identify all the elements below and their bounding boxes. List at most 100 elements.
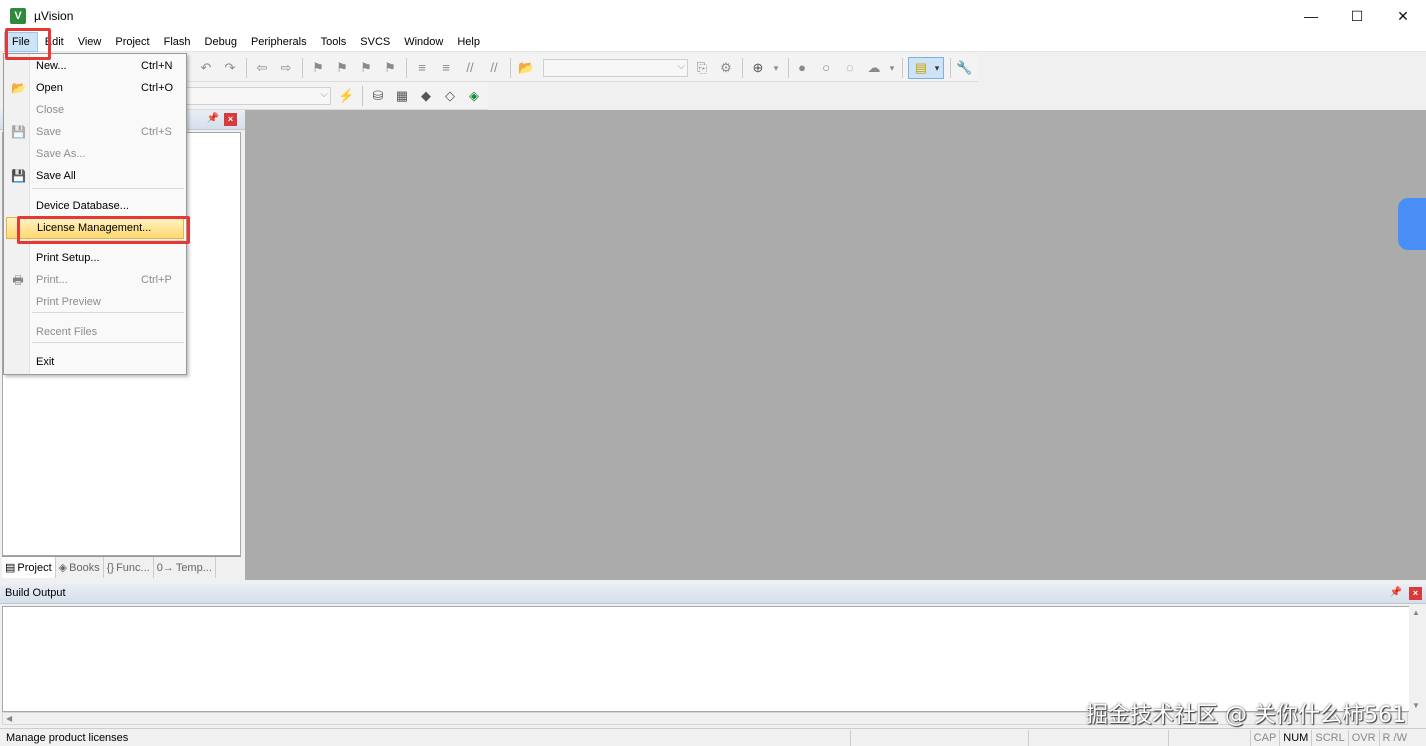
kill-breakpoints-icon[interactable]: ☁ bbox=[866, 60, 882, 76]
menu-debug[interactable]: Debug bbox=[198, 32, 244, 52]
vertical-scrollbar[interactable]: ▲ ▼ bbox=[1409, 606, 1422, 712]
file-menu-item-close[interactable]: Close bbox=[6, 99, 184, 121]
project-tab-icon: ▤ bbox=[5, 562, 16, 574]
menu-peripherals[interactable]: Peripherals bbox=[244, 32, 314, 52]
file-menu-item-shortcut: Ctrl+N bbox=[141, 60, 173, 72]
tab-project[interactable]: ▤ Project bbox=[2, 557, 56, 578]
close-window-button[interactable]: ✕ bbox=[1380, 0, 1426, 32]
tab-temp[interactable]: 0→ Temp... bbox=[154, 557, 216, 578]
file-menu-item-label: Print Preview bbox=[36, 296, 101, 308]
redo-icon[interactable]: ↷ bbox=[222, 60, 238, 76]
pin-icon[interactable]: 📌 bbox=[207, 113, 219, 124]
status-bar: Manage product licenses CAP NUM SCRL OVR R /… bbox=[0, 728, 1426, 746]
scroll-left-icon[interactable]: ◀ bbox=[6, 714, 12, 723]
file-menu-item-label: Save bbox=[36, 126, 62, 138]
maximize-button[interactable]: ☐ bbox=[1334, 0, 1380, 32]
pin-icon[interactable]: 📌 bbox=[1390, 587, 1402, 598]
debug-session-icon[interactable]: ⊕ bbox=[750, 60, 766, 76]
target-options-icon[interactable]: ⚡ bbox=[338, 88, 354, 104]
editor-area[interactable] bbox=[245, 110, 1426, 580]
tab-books[interactable]: ◈ Books bbox=[56, 557, 104, 578]
file-menu-item-label: Save As... bbox=[36, 148, 86, 160]
tab-label: Project bbox=[17, 561, 52, 574]
unindent-icon[interactable]: ≡ bbox=[438, 60, 454, 76]
menu-window[interactable]: Window bbox=[397, 32, 450, 52]
menu-bar: File Edit View Project Flash Debug Peripherals… bbox=[0, 31, 1426, 52]
find-in-files-icon[interactable]: 📂 bbox=[518, 60, 534, 76]
templates-tab-icon: 0→ bbox=[156, 561, 174, 574]
file-menu-item-device-database[interactable]: Device Database... bbox=[6, 195, 184, 217]
prev-bookmark-icon[interactable]: ⚑ bbox=[334, 60, 350, 76]
run-time-environment-icon[interactable]: ◈ bbox=[466, 88, 482, 104]
file-menu-item-exit[interactable]: Exit bbox=[6, 351, 184, 373]
watermark-text: 掘金技术社区 @ 关你什么柿561 bbox=[1086, 703, 1406, 728]
close-icon[interactable]: × bbox=[224, 113, 237, 126]
menu-view[interactable]: View bbox=[71, 32, 109, 52]
file-menu-item-save-all[interactable]: 💾 Save All bbox=[6, 165, 184, 187]
indent-icon[interactable]: ≡ bbox=[414, 60, 430, 76]
file-menu-item-label: Print... bbox=[36, 274, 68, 286]
find-icon[interactable]: ⎘ bbox=[694, 60, 710, 76]
file-menu-dropdown: New... Ctrl+N 📂 Open Ctrl+O Close 💾 Save Ctrl+S S… bbox=[3, 53, 187, 375]
file-menu-item-save[interactable]: 💾 Save Ctrl+S bbox=[6, 121, 184, 143]
window-title: µVision bbox=[34, 9, 74, 23]
debug-dropdown-icon[interactable]: ▾ bbox=[768, 60, 784, 76]
comment-icon[interactable]: // bbox=[462, 60, 478, 76]
scroll-up-icon[interactable]: ▲ bbox=[1412, 608, 1420, 617]
menu-svcs[interactable]: SVCS bbox=[353, 32, 397, 52]
nav-back-icon[interactable]: ⇦ bbox=[254, 60, 270, 76]
incremental-find-icon[interactable]: ⚙ bbox=[718, 60, 734, 76]
file-menu-item-shortcut: Ctrl+O bbox=[141, 82, 174, 94]
functions-tab-icon: {} bbox=[106, 561, 115, 574]
new-file-icon bbox=[11, 59, 25, 73]
save-all-icon: 💾 bbox=[11, 169, 26, 183]
file-menu-item-print-preview[interactable]: Print Preview bbox=[6, 291, 184, 313]
file-menu-item-label: Print Setup... bbox=[36, 252, 100, 264]
uvision-app-icon: V bbox=[10, 8, 26, 24]
menu-flash[interactable]: Flash bbox=[157, 32, 198, 52]
menu-project[interactable]: Project bbox=[108, 32, 156, 52]
disable-all-breakpoints-icon[interactable]: ◌ bbox=[842, 60, 858, 76]
file-menu-item-save-as[interactable]: Save As... bbox=[6, 143, 184, 165]
menu-help[interactable]: Help bbox=[450, 32, 487, 52]
menu-separator bbox=[32, 312, 184, 313]
disable-breakpoint-icon[interactable]: ○ bbox=[818, 60, 834, 76]
configure-wrench-icon[interactable]: 🔧 bbox=[956, 60, 972, 76]
file-menu-item-shortcut: Ctrl+P bbox=[141, 274, 172, 286]
manage-components-icon[interactable]: ⛁ bbox=[370, 88, 386, 104]
nav-forward-icon[interactable]: ⇨ bbox=[278, 60, 294, 76]
menu-tools[interactable]: Tools bbox=[314, 32, 354, 52]
build-output-title: Build Output bbox=[5, 587, 66, 599]
breakpoint-dropdown-icon[interactable]: ▾ bbox=[884, 60, 900, 76]
next-bookmark-icon[interactable]: ⚑ bbox=[358, 60, 374, 76]
file-menu-item-recent-files[interactable]: Recent Files bbox=[6, 321, 184, 343]
select-packs-icon[interactable]: ◆ bbox=[418, 88, 434, 104]
file-menu-item-open[interactable]: 📂 Open Ctrl+O bbox=[6, 77, 184, 99]
clear-bookmarks-icon[interactable]: ⚑ bbox=[382, 60, 398, 76]
uncomment-icon[interactable]: // bbox=[486, 60, 502, 76]
find-combo[interactable]: ⌵ bbox=[543, 59, 688, 77]
file-menu-item-label: Close bbox=[36, 104, 65, 116]
minimize-button[interactable]: — bbox=[1288, 0, 1334, 32]
file-menu-item-label: Save All bbox=[36, 170, 76, 182]
close-icon[interactable]: × bbox=[1409, 587, 1422, 600]
window-layout-button[interactable]: ▤ ▾ bbox=[908, 57, 944, 79]
bookmark-icon[interactable]: ⚑ bbox=[310, 60, 326, 76]
floating-assistant-icon[interactable] bbox=[1398, 198, 1426, 250]
manage-project-items-icon[interactable]: ▦ bbox=[394, 88, 410, 104]
file-menu-item-print[interactable]: 🖶 Print... Ctrl+P bbox=[6, 269, 184, 291]
tab-label: Books bbox=[69, 561, 100, 574]
menu-separator bbox=[32, 188, 184, 189]
project-panel-tabs: ▤ Project ◈ Books{} Func... 0→ Temp... bbox=[2, 556, 241, 578]
pack-installer-icon[interactable]: ◇ bbox=[442, 88, 458, 104]
scroll-down-icon[interactable]: ▼ bbox=[1412, 701, 1420, 710]
insert-breakpoint-icon[interactable]: ● bbox=[794, 60, 810, 76]
file-menu-item-label: Exit bbox=[36, 356, 55, 368]
file-menu-item-print-setup[interactable]: Print Setup... bbox=[6, 247, 184, 269]
tab-func[interactable]: {} Func... bbox=[104, 557, 154, 578]
target-select[interactable]: ⌵ bbox=[186, 87, 331, 105]
chevron-down-icon: ▾ bbox=[934, 63, 940, 73]
window-layout-icon: ▤ bbox=[914, 60, 928, 75]
title-bar: V µVision — ☐ ✕ bbox=[0, 0, 1426, 32]
undo-icon[interactable]: ↶ bbox=[198, 60, 214, 76]
